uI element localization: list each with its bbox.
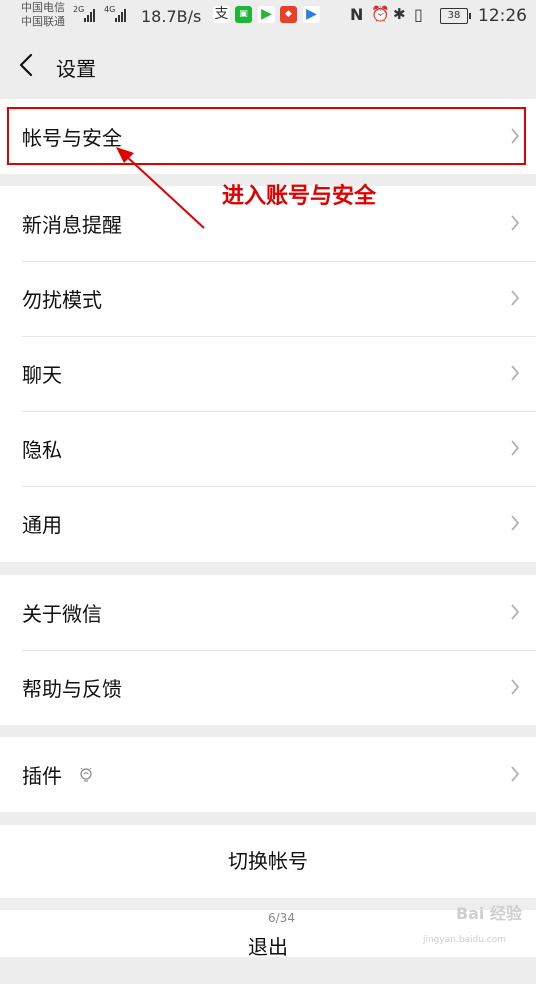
nav-header: 设置 — [0, 32, 536, 98]
alipay-icon: 支 — [213, 6, 230, 23]
iqiyi-icon: ▣ — [235, 6, 252, 23]
annotation-text: 进入账号与安全 — [222, 184, 377, 209]
status-time: 12:26 — [478, 6, 527, 26]
chevron-right-icon — [511, 679, 520, 695]
settings-item-label: 勿扰模式 — [22, 288, 102, 312]
network-type-1: 2G — [73, 5, 85, 14]
nfc-icon: N — [350, 5, 364, 24]
settings-item-about[interactable]: 关于微信 — [0, 575, 536, 650]
chevron-right-icon — [511, 440, 520, 456]
settings-item-help-feedback[interactable]: 帮助与反馈 — [0, 650, 536, 725]
chevron-right-icon — [511, 766, 520, 782]
watermark-url: jingyan.baidu.com — [422, 935, 506, 945]
settings-item-label: 插件 — [22, 764, 62, 788]
settings-item-label: 新消息提醒 — [22, 213, 122, 237]
settings-group-main: 新消息提醒 勿扰模式 聊天 隐私 通用 — [0, 186, 536, 562]
signal-bars-2-icon — [115, 8, 131, 22]
app-notification-icon: ◆ — [280, 6, 297, 23]
chevron-right-icon — [511, 128, 520, 144]
switch-account-button[interactable]: 切换帐号 — [0, 825, 536, 898]
chevron-right-icon — [511, 604, 520, 620]
page-title: 设置 — [56, 57, 96, 81]
tencent-video-icon: ▶ — [258, 6, 275, 23]
vibrate-icon: ▯ — [414, 5, 423, 24]
chevron-right-icon — [511, 515, 520, 531]
settings-item-account-security[interactable]: 帐号与安全 — [0, 99, 536, 174]
settings-group-plugins: 插件 — [0, 737, 536, 812]
settings-item-chat[interactable]: 聊天 — [0, 336, 536, 411]
chevron-right-icon — [511, 215, 520, 231]
watermark: Bai 经验 — [455, 904, 522, 923]
carrier-labels: 中国电信 中国联通 — [21, 1, 65, 29]
settings-item-privacy[interactable]: 隐私 — [0, 411, 536, 486]
page-indicator: 6/34 — [268, 911, 295, 925]
youku-icon: ▶ — [303, 6, 320, 23]
settings-item-label: 隐私 — [22, 438, 62, 462]
battery-icon: 38 — [440, 8, 471, 24]
settings-item-general[interactable]: 通用 — [0, 486, 536, 561]
signal-bars-1-icon — [84, 8, 100, 22]
chevron-right-icon — [511, 365, 520, 381]
settings-item-plugins[interactable]: 插件 — [0, 737, 536, 812]
carrier-1: 中国电信 — [21, 1, 65, 14]
settings-item-do-not-disturb[interactable]: 勿扰模式 — [0, 261, 536, 336]
settings-item-label: 关于微信 — [22, 602, 102, 626]
settings-item-label: 通用 — [22, 513, 62, 537]
settings-group-account: 帐号与安全 — [0, 99, 536, 174]
chevron-right-icon — [511, 290, 520, 306]
settings-item-label: 聊天 — [22, 363, 62, 387]
alarm-icon: ⏰ — [371, 5, 390, 23]
plugin-bulb-icon — [80, 767, 92, 782]
status-bar: 中国电信 中国联通 2G 4G 18.7B/s 支 ▣ ▶ ◆ ▶ N ⏰ ✱ … — [0, 0, 536, 32]
bluetooth-icon: ✱ — [393, 5, 406, 23]
settings-group-about: 关于微信 帮助与反馈 — [0, 575, 536, 725]
carrier-2: 中国联通 — [21, 15, 65, 28]
settings-item-label: 帮助与反馈 — [22, 677, 122, 701]
settings-item-label: 帐号与安全 — [22, 126, 122, 150]
network-type-2: 4G — [104, 5, 116, 14]
back-arrow-icon[interactable] — [16, 52, 38, 78]
network-speed: 18.7B/s — [141, 7, 202, 26]
